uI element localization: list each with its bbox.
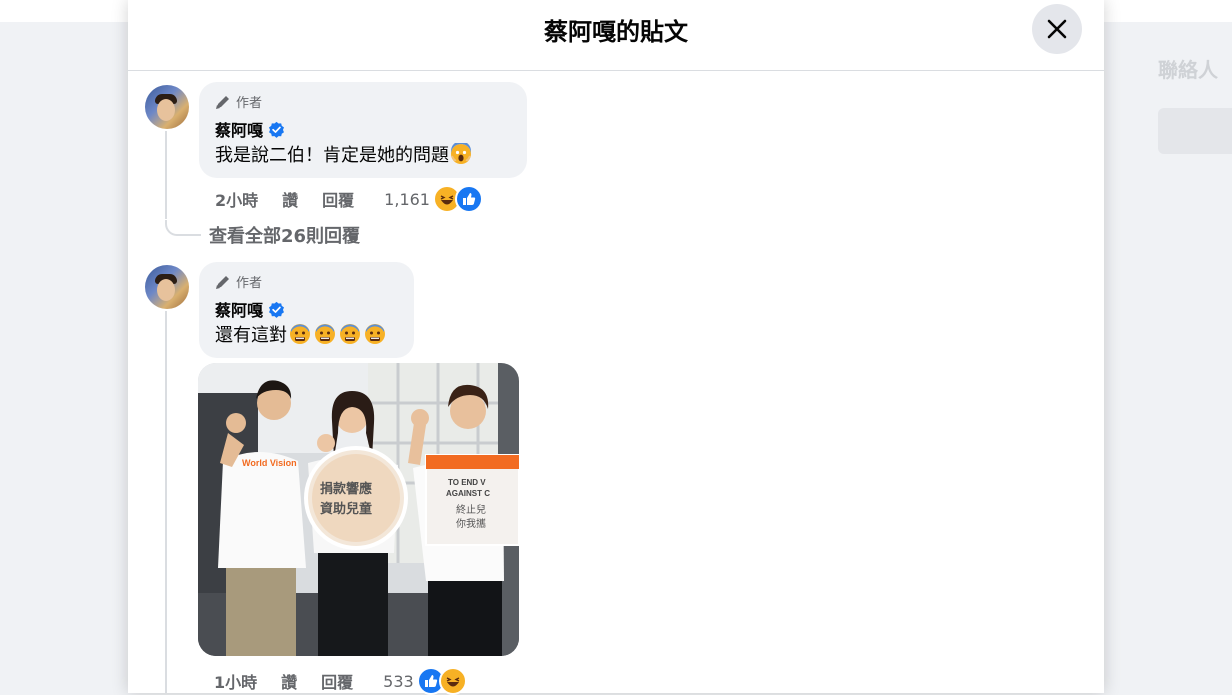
contacts-heading: 聯絡人 bbox=[1158, 58, 1218, 82]
comment-photo[interactable]: World Vision 捐款響應 資助兒童 TO END V AGAINST … bbox=[198, 363, 519, 656]
author-badge-label: 作者 bbox=[236, 96, 263, 111]
sign-text: 資助兒童 bbox=[320, 501, 372, 517]
photo-image: World Vision 捐款響應 資助兒童 TO END V AGAINST … bbox=[198, 363, 519, 656]
reaction-count[interactable]: 1,161 bbox=[384, 190, 430, 209]
comment-author[interactable]: 蔡阿嘎 bbox=[215, 117, 285, 141]
comment-time[interactable]: 1小時 bbox=[214, 669, 257, 693]
like-reaction-icon bbox=[454, 185, 483, 213]
reply-button[interactable]: 回覆 bbox=[322, 187, 354, 211]
close-button[interactable] bbox=[1032, 4, 1082, 54]
shirt-logo-text: World Vision bbox=[242, 458, 297, 468]
screaming-face-emoji-icon bbox=[450, 143, 472, 165]
background-contact-item bbox=[1158, 108, 1232, 154]
reaction-count[interactable]: 533 bbox=[383, 672, 414, 691]
comment-actions: 1小時 讚 回覆 533 bbox=[214, 667, 467, 695]
haha-reaction-icon bbox=[438, 667, 467, 695]
pen-icon bbox=[216, 95, 229, 109]
comment-text: 我是說二伯！肯定是她的問題 bbox=[215, 141, 472, 167]
thread-line bbox=[165, 131, 167, 219]
view-all-replies-link[interactable]: 查看全部26則回覆 bbox=[209, 222, 360, 248]
anxious-face-emoji-icon bbox=[363, 323, 387, 345]
anxious-face-emoji-icon bbox=[313, 323, 337, 345]
placard-text: AGAINST C bbox=[446, 489, 490, 498]
comment-text-content: 我是說二伯！肯定是她的問題 bbox=[215, 145, 449, 166]
author-badge-label: 作者 bbox=[236, 276, 263, 291]
post-modal: 蔡阿嘎的貼文 作者 蔡阿嘎 我是說二伯！肯定是她的問題 2小時 讚 回覆 1,1… bbox=[128, 0, 1104, 695]
placard-text: 終止兒 bbox=[456, 503, 486, 516]
author-badge: 作者 bbox=[214, 272, 262, 291]
comment-text: 還有這對 bbox=[215, 321, 387, 347]
author-name[interactable]: 蔡阿嘎 bbox=[215, 297, 263, 321]
verified-badge-icon bbox=[268, 121, 285, 138]
reply-button[interactable]: 回覆 bbox=[321, 669, 353, 693]
author-name[interactable]: 蔡阿嘎 bbox=[215, 117, 263, 141]
author-badge: 作者 bbox=[214, 92, 262, 111]
avatar[interactable] bbox=[145, 85, 189, 129]
avatar[interactable] bbox=[145, 265, 189, 309]
pen-icon bbox=[216, 275, 229, 289]
anxious-face-emoji-icon bbox=[288, 323, 312, 345]
comment-author[interactable]: 蔡阿嘎 bbox=[215, 297, 285, 321]
anxious-face-emoji-icon bbox=[338, 323, 362, 345]
placard-text: TO END V bbox=[448, 478, 486, 487]
like-button[interactable]: 讚 bbox=[281, 669, 297, 693]
thread-connector bbox=[165, 220, 201, 236]
close-icon bbox=[1047, 19, 1067, 39]
placard-text: 你我攜 bbox=[456, 517, 486, 530]
like-button[interactable]: 讚 bbox=[282, 187, 298, 211]
reactions-summary[interactable] bbox=[416, 667, 467, 695]
thread-line bbox=[165, 311, 167, 693]
modal-title: 蔡阿嘎的貼文 bbox=[544, 18, 688, 46]
verified-badge-icon bbox=[268, 301, 285, 318]
modal-header: 蔡阿嘎的貼文 bbox=[128, 0, 1104, 71]
sign-text: 捐款響應 bbox=[320, 481, 372, 497]
reactions-summary[interactable] bbox=[432, 185, 483, 213]
comment-actions: 2小時 讚 回覆 1,161 bbox=[215, 185, 483, 213]
comment-text-content: 還有這對 bbox=[215, 325, 287, 346]
comment-time[interactable]: 2小時 bbox=[215, 187, 258, 211]
